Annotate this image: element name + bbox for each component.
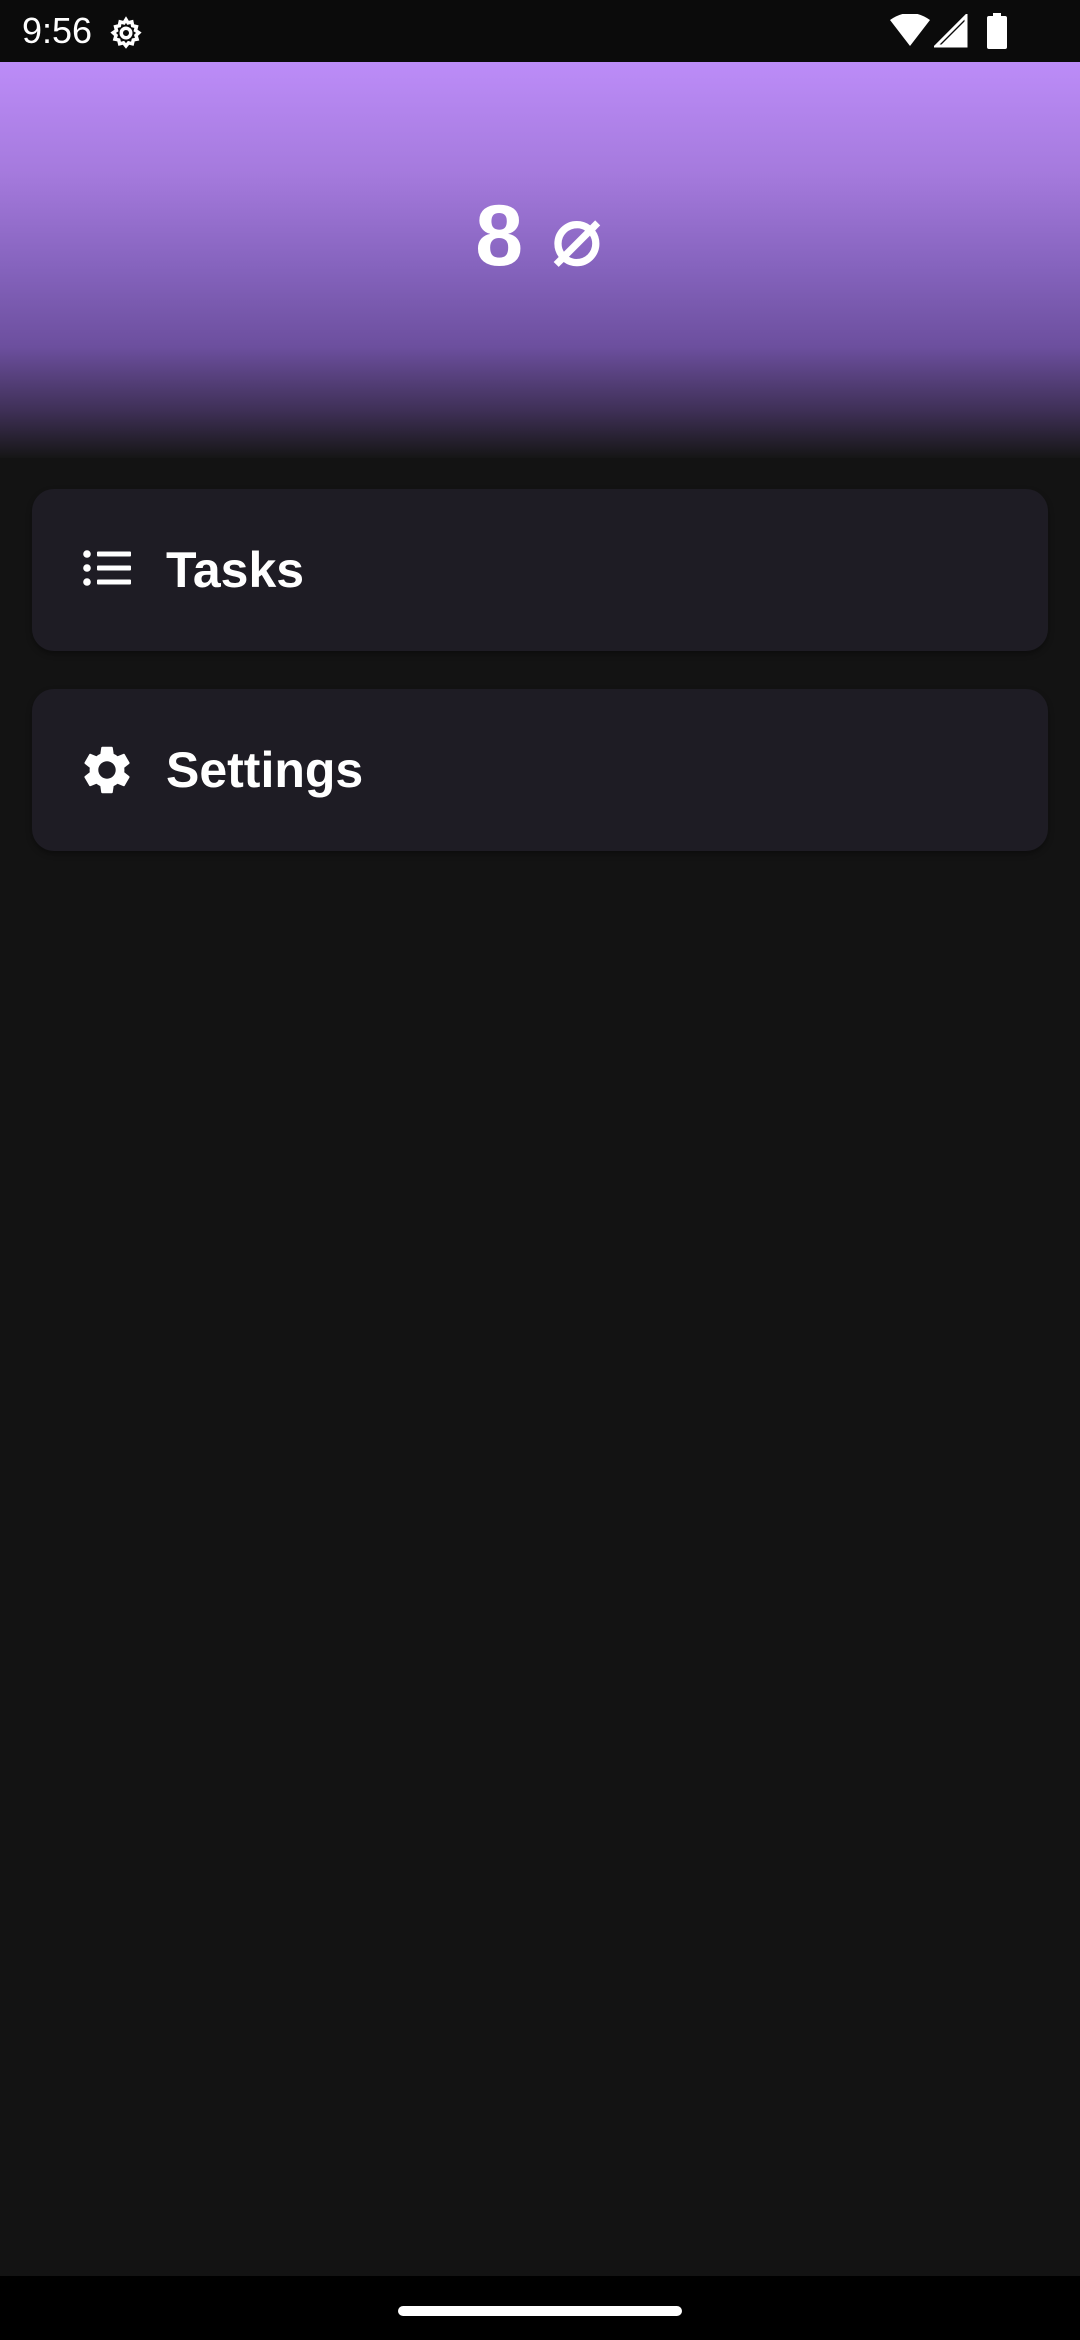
settings-label: Settings — [166, 742, 364, 798]
app-title: 8 ⌀ — [475, 188, 605, 284]
battery-icon — [987, 13, 1007, 49]
list-icon — [83, 550, 131, 586]
navigation-bar — [0, 2276, 1080, 2340]
signal-icon — [934, 14, 968, 48]
tasks-menu-item[interactable]: Tasks — [32, 489, 1048, 651]
home-gesture-handle[interactable] — [398, 2306, 682, 2316]
status-time: 9:56 — [22, 10, 93, 51]
gear-icon — [84, 746, 130, 794]
wifi-icon — [890, 14, 930, 46]
status-bar: 9:56 — [0, 0, 1080, 62]
settings-menu-item[interactable]: Settings — [32, 689, 1048, 851]
gear-icon — [110, 16, 142, 49]
tasks-label: Tasks — [166, 542, 305, 598]
app-header: 8 ⌀ — [0, 62, 1080, 458]
app-screen: 9:56 8 ⌀ Tasks Settings — [0, 0, 1080, 2340]
